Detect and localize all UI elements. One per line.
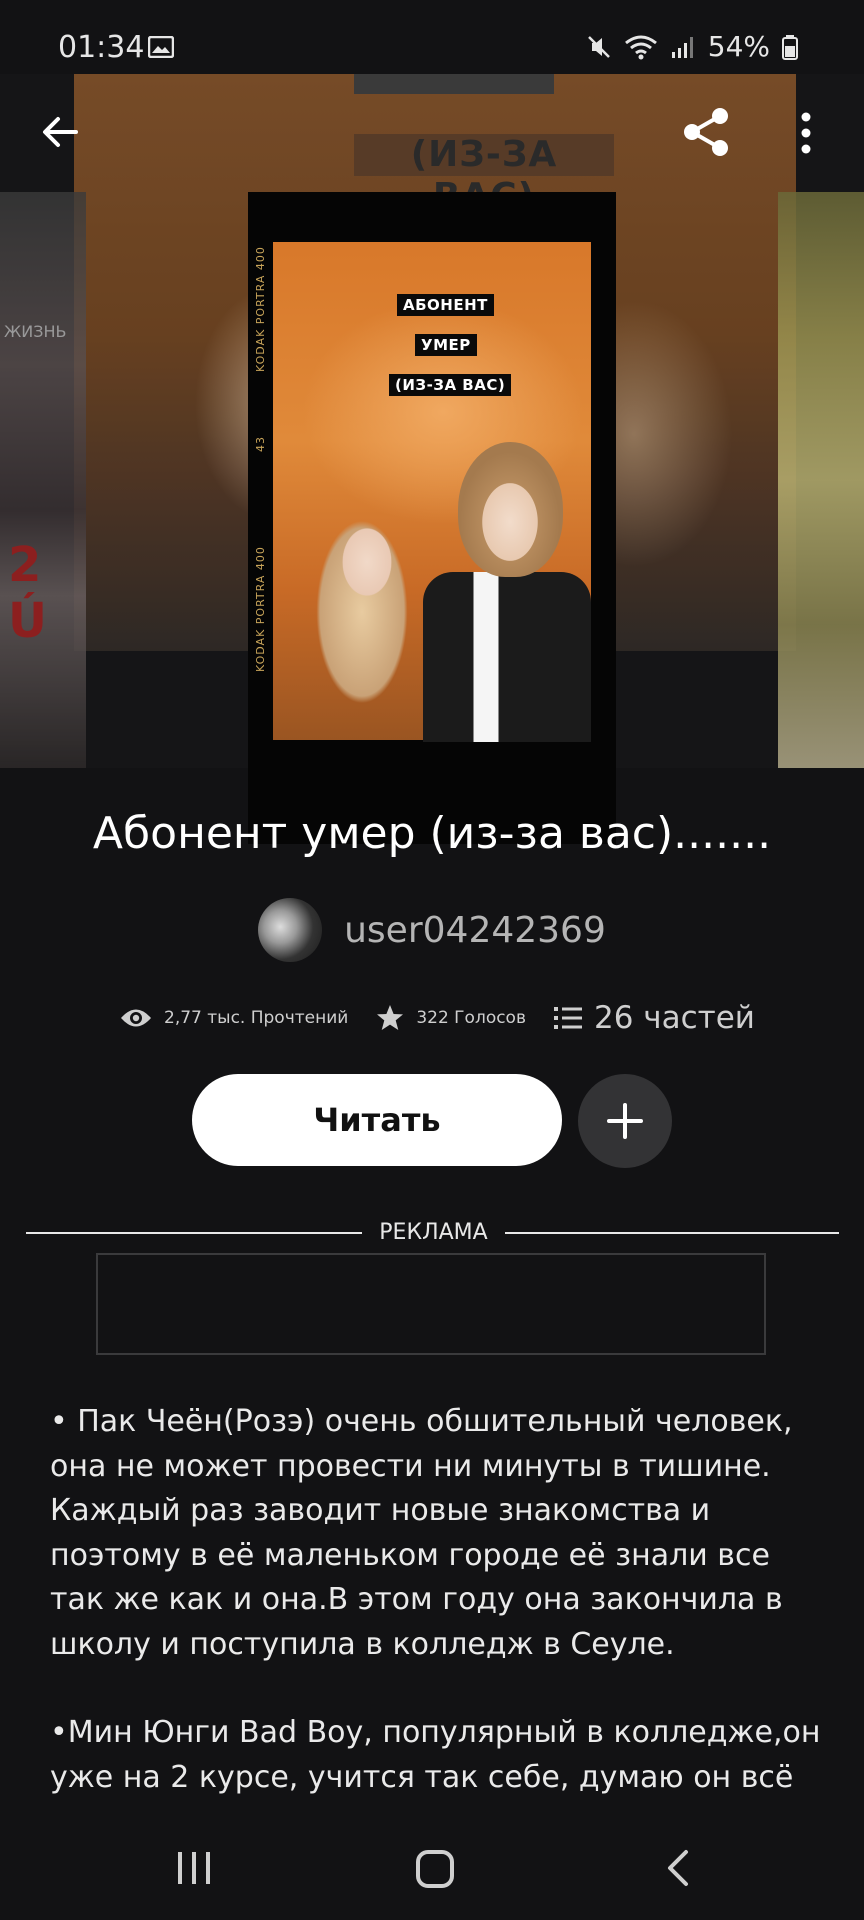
signal-icon: [671, 36, 693, 58]
status-bar: 01:34 54%: [0, 0, 864, 74]
status-time: 01:34: [58, 30, 145, 65]
back-arrow-icon[interactable]: [40, 112, 80, 152]
recent-apps-icon[interactable]: [178, 1852, 210, 1884]
previous-cover-text: ЖИЗНЬ: [4, 322, 67, 341]
plus-icon: [607, 1103, 643, 1139]
cover-title-line-3: (ИЗ-ЗА ВАС): [389, 374, 512, 396]
eye-icon: [121, 1009, 151, 1027]
next-cover[interactable]: [778, 192, 864, 768]
more-options-icon[interactable]: [800, 112, 812, 154]
bg-cover-text: (ИЗ-ЗА ВАС): [354, 134, 614, 217]
system-navigation-bar: [178, 1850, 688, 1888]
cover-title-line-2: УМЕР: [415, 334, 477, 356]
image-notification-icon: [148, 36, 174, 58]
battery-percent: 54%: [707, 30, 770, 63]
reads-count: 2,77 тыс. Прочтений: [164, 1008, 349, 1028]
cover-figure-left: [307, 472, 427, 742]
mute-icon: [587, 35, 610, 58]
previous-cover-mark: 2 Ú: [8, 537, 47, 649]
votes-stat: 322 Голосов: [376, 1004, 526, 1032]
cover-figure-right-body: [423, 572, 591, 742]
story-description: • Пак Чеён(Розэ) очень обшительный челов…: [50, 1400, 830, 1800]
cover-figure-right-head: [458, 442, 563, 577]
cover-kodak-text-2: KODAK PORTRA 400: [254, 546, 267, 672]
battery-icon: [782, 34, 798, 60]
parts-stat[interactable]: 26 частей: [553, 1000, 755, 1036]
parts-count: 26 частей: [593, 1000, 755, 1036]
home-icon[interactable]: [416, 1850, 454, 1888]
cover-kodak-text-1: KODAK PORTRA 400: [254, 246, 267, 372]
read-button[interactable]: Читать: [192, 1074, 562, 1166]
ad-divider-right: [505, 1232, 839, 1234]
ad-divider-left: [26, 1232, 362, 1234]
bg-text-block: [354, 74, 554, 94]
system-back-icon[interactable]: [668, 1850, 688, 1886]
ad-label: РЕКЛАМА: [379, 1220, 488, 1245]
story-stats: 2,77 тыс. Прочтений 322 Голосов 26 часте…: [120, 1000, 760, 1036]
author-row[interactable]: user04242369: [0, 898, 864, 962]
reads-stat: 2,77 тыс. Прочтений: [120, 1007, 348, 1029]
author-avatar[interactable]: [258, 898, 323, 962]
description-paragraph-1: • Пак Чеён(Розэ) очень обшительный челов…: [50, 1404, 793, 1662]
share-icon[interactable]: [680, 106, 732, 158]
ad-banner[interactable]: [96, 1253, 766, 1355]
description-paragraph-2: •Мин Юнги Bad Boy, популярный в колледже…: [50, 1715, 821, 1795]
votes-count: 322 Голосов: [416, 1008, 526, 1028]
cover-title-line-1: АБОНЕНТ: [397, 294, 494, 316]
add-to-library-button[interactable]: [578, 1074, 672, 1168]
cover-image: АБОНЕНТ УМЕР (ИЗ-ЗА ВАС): [273, 242, 591, 742]
wifi-icon: [624, 35, 657, 59]
author-name[interactable]: user04242369: [344, 910, 606, 951]
list-icon: [553, 1007, 582, 1029]
story-cover[interactable]: KODAK PORTRA 400 43 KODAK PORTRA 400 АБО…: [248, 192, 616, 844]
cover-number: 43: [254, 436, 267, 452]
star-icon: [377, 1005, 404, 1030]
story-title: Абонент умер (из-за вас).......: [92, 808, 772, 859]
previous-cover[interactable]: ЖИЗНЬ 2 Ú: [0, 192, 86, 768]
status-right-group: 54%: [586, 30, 798, 63]
